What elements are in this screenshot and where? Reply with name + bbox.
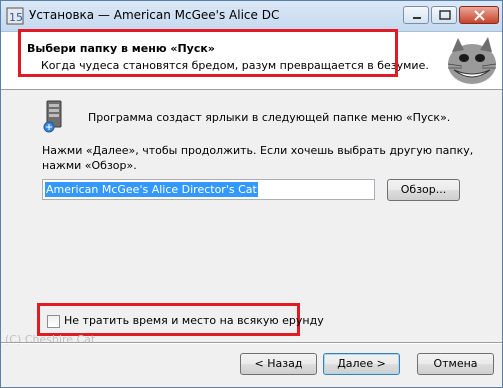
wizard-header: Выбери папку в меню «Пуск» Когда чудеса … — [1, 29, 502, 90]
skip-shortcuts-checkbox[interactable] — [47, 315, 60, 328]
footer-divider — [1, 342, 502, 344]
start-menu-folder-icon — [43, 100, 62, 133]
back-button[interactable]: < Назад — [240, 353, 317, 375]
watermark-text: (C) Cheshire Cat — [5, 333, 96, 346]
installer-app-icon: 15 — [6, 7, 24, 25]
instructions-text: Нажми «Далее», чтобы продолжить. Если хо… — [42, 144, 474, 172]
window-title: Установка — American McGee's Alice DC — [29, 8, 280, 22]
minimize-icon — [413, 17, 421, 19]
next-button[interactable]: Далее > — [323, 353, 400, 375]
close-icon — [474, 10, 485, 21]
maximize-button[interactable] — [431, 6, 457, 24]
maximize-icon — [439, 10, 451, 20]
cancel-button[interactable]: Отмена — [417, 353, 494, 375]
minimize-button[interactable] — [403, 6, 429, 24]
intro-text: Программа создаст ярлыки в следующей пап… — [88, 111, 451, 124]
close-button[interactable] — [459, 6, 499, 24]
skip-shortcuts-label[interactable]: Не тратить время и место на всякую ерунд… — [64, 314, 324, 327]
skip-shortcuts-option[interactable]: Не тратить время и место на всякую ерунд… — [37, 303, 324, 336]
setup-window: 15 Установка — American McGee's Alice DC… — [0, 0, 503, 388]
browse-button[interactable]: Обзор... — [387, 179, 460, 201]
header-highlight-frame — [18, 29, 398, 77]
svg-text:15: 15 — [9, 11, 23, 24]
cheshire-cat-image — [444, 34, 500, 88]
title-bar[interactable]: 15 Установка — American McGee's Alice DC — [1, 1, 502, 32]
selected-folder-text: American McGee's Alice Director's Cat — [45, 182, 258, 197]
